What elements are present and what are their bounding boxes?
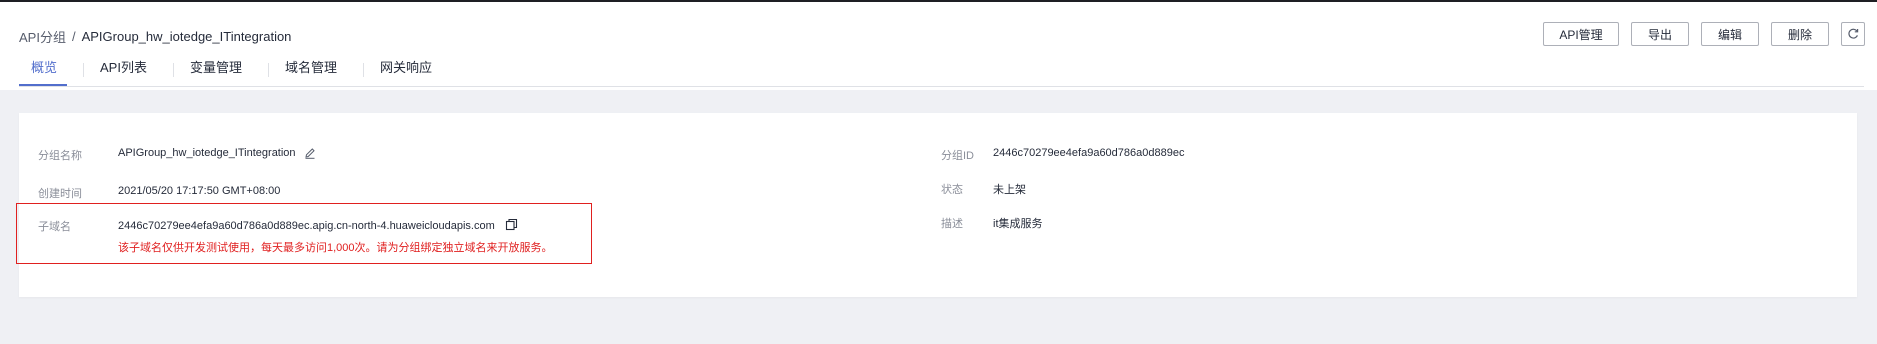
status-row: 状态 未上架	[941, 181, 1026, 197]
export-button[interactable]: 导出	[1631, 22, 1689, 46]
breadcrumb-parent-link[interactable]: API分组	[19, 27, 66, 46]
tab-overview[interactable]: 概览	[19, 54, 68, 86]
edit-icon[interactable]	[304, 147, 316, 162]
status-label: 状态	[941, 184, 963, 196]
group-id-label: 分组ID	[941, 150, 974, 162]
refresh-button[interactable]	[1841, 22, 1865, 46]
description-label: 描述	[941, 218, 963, 230]
tab-domains[interactable]: 域名管理	[285, 54, 347, 86]
breadcrumb-separator: /	[71, 29, 76, 44]
highlight-box	[16, 203, 592, 264]
tab-divider	[172, 63, 174, 77]
created-value: 2021/05/20 17:17:50 GMT+08:00	[118, 185, 281, 197]
tab-divider	[268, 63, 269, 77]
created-label: 创建时间	[38, 188, 82, 200]
tab-divider	[83, 63, 85, 77]
page-header: API分组 / APIGroup_hw_iotedge_ITintegratio…	[0, 2, 1877, 90]
group-id-row: 分组ID 2446c70279ee4efa9a60d786a0d889ec	[941, 147, 1184, 163]
group-name-value: APIGroup_hw_iotedge_ITintegration	[118, 147, 296, 159]
description-row: 描述 it集成服务	[941, 215, 1043, 231]
created-row: 创建时间 2021/05/20 17:17:50 GMT+08:00	[38, 185, 280, 201]
action-toolbar: API管理 导出 编辑 删除	[1543, 22, 1865, 46]
api-manage-button[interactable]: API管理	[1543, 22, 1619, 46]
delete-button[interactable]: 删除	[1771, 22, 1829, 46]
breadcrumb-current: APIGroup_hw_iotedge_ITintegration	[81, 29, 292, 44]
tab-bar: 概览 API列表 变量管理 域名管理 网关响应	[19, 54, 442, 86]
edit-button[interactable]: 编辑	[1701, 22, 1759, 46]
tabs-underline	[19, 86, 1864, 87]
group-id-value: 2446c70279ee4efa9a60d786a0d889ec	[993, 147, 1185, 159]
refresh-icon	[1848, 28, 1859, 39]
tab-gateway-responses[interactable]: 网关响应	[380, 54, 442, 86]
status-value: 未上架	[993, 184, 1026, 196]
tab-variables[interactable]: 变量管理	[190, 54, 252, 86]
group-name-label: 分组名称	[38, 150, 82, 162]
breadcrumb: API分组 / APIGroup_hw_iotedge_ITintegratio…	[19, 27, 291, 46]
description-value: it集成服务	[993, 218, 1043, 230]
tab-api-list[interactable]: API列表	[100, 54, 157, 86]
tab-divider	[363, 63, 365, 77]
group-name-row: 分组名称 APIGroup_hw_iotedge_ITintegration	[38, 147, 316, 163]
